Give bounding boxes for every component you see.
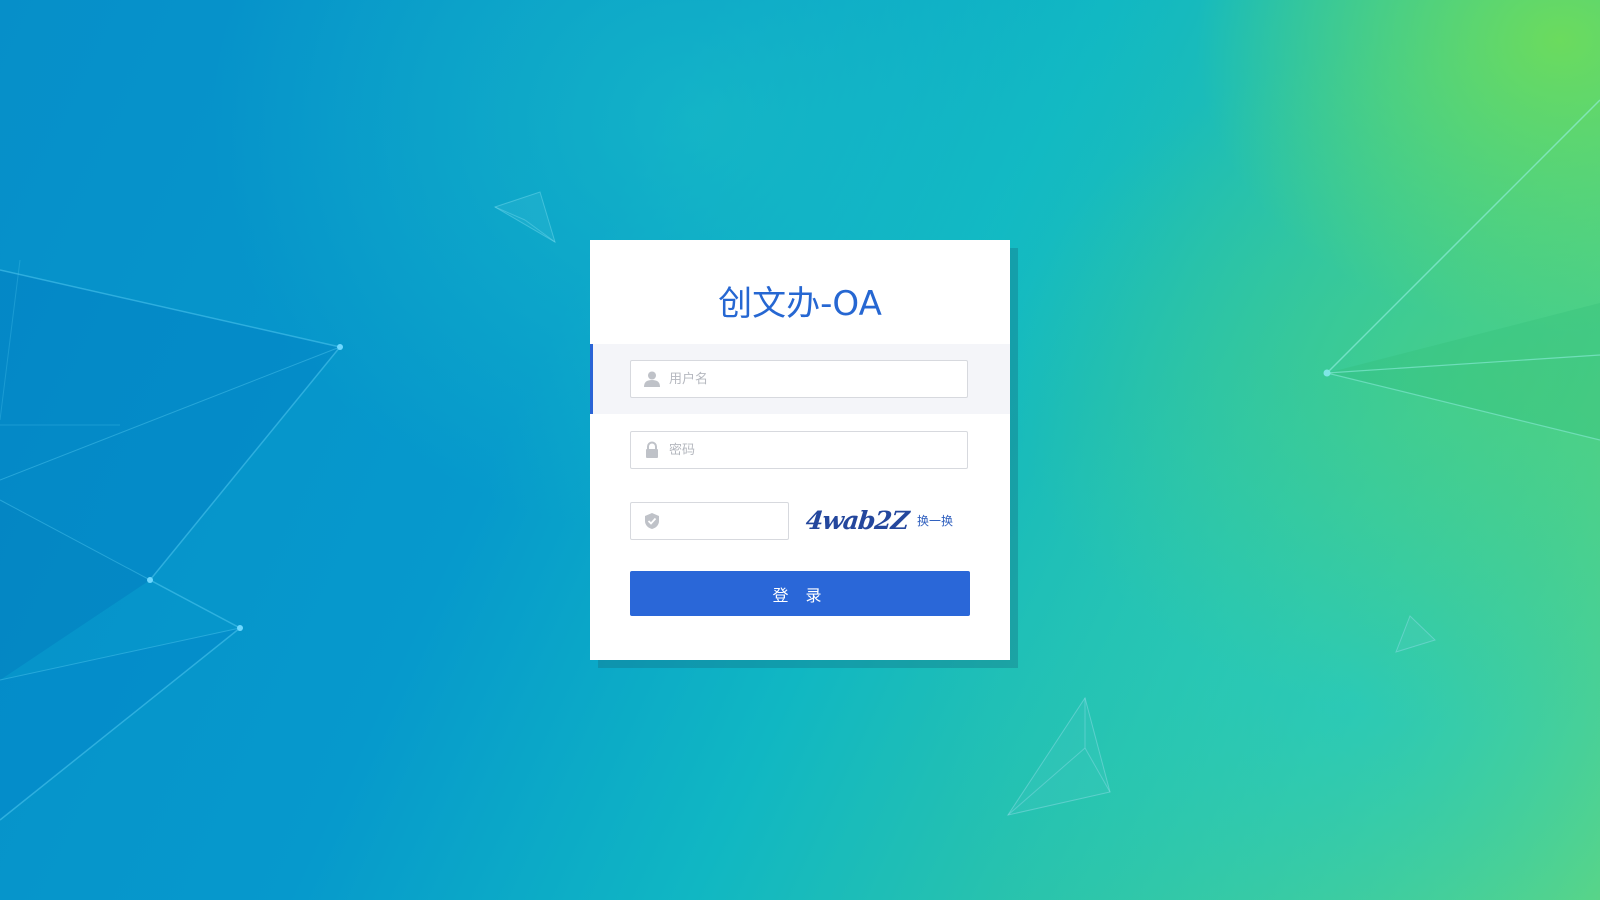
username-field[interactable] <box>630 360 968 398</box>
lock-icon <box>643 441 661 459</box>
captcha-field[interactable] <box>630 502 789 540</box>
app-title: 创文办-OA <box>718 284 882 324</box>
password-field[interactable] <box>630 431 968 469</box>
username-input[interactable] <box>669 361 959 397</box>
captcha-input[interactable] <box>669 503 779 539</box>
login-button[interactable]: 登 录 <box>630 571 970 616</box>
user-icon <box>643 370 661 388</box>
active-row-accent-bar <box>590 344 593 414</box>
login-card: 创文办-OA 4wab2Z 换一换 登 录 <box>590 240 1010 660</box>
password-input[interactable] <box>669 432 959 468</box>
captcha-image[interactable]: 4wab2Z <box>804 502 910 540</box>
shield-check-icon <box>643 512 661 530</box>
refresh-captcha-link[interactable]: 换一换 <box>917 512 953 529</box>
